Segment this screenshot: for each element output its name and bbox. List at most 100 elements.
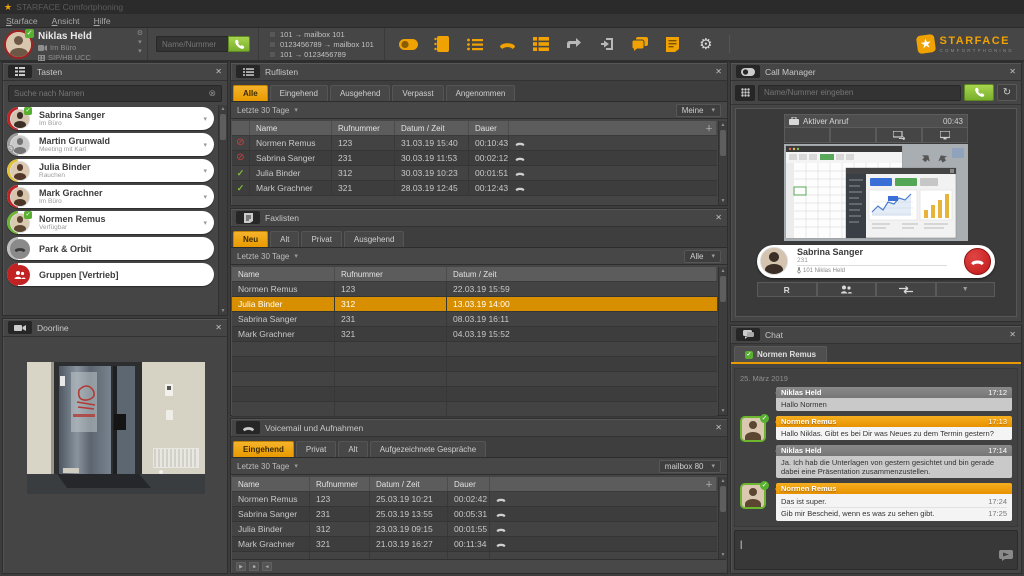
tab-ausgehend[interactable]: Ausgehend: [330, 85, 390, 101]
fax-row-selected[interactable]: Julia Binder 312 13.03.19 14:00: [232, 297, 717, 312]
conference-button[interactable]: [817, 282, 877, 297]
chat-input[interactable]: |: [734, 530, 1018, 570]
close-icon[interactable]: ✕: [715, 423, 722, 432]
recent-call-item[interactable]: 0123456789 → mailbox 101: [269, 40, 374, 49]
call-row[interactable]: ⊘ Sabrina Sanger 231 30.03.19 11:53 00:0…: [232, 151, 717, 166]
tab-neu[interactable]: Neu: [233, 231, 268, 247]
contact-martin-grunwald[interactable]: ◷ Martin GrunwaldMeeting mit Karl ▾: [7, 133, 214, 156]
callmanager-call-button[interactable]: [964, 84, 994, 101]
chevron-down-icon[interactable]: ▾: [203, 219, 207, 227]
keypad-icon[interactable]: [735, 85, 755, 101]
col-duration[interactable]: Dauer: [469, 121, 509, 135]
dial-input[interactable]: [156, 36, 228, 52]
chevron-down-icon[interactable]: ▾: [294, 252, 298, 260]
period-filter[interactable]: Letzte 30 Tage: [237, 462, 289, 471]
tab-aufgezeichnete[interactable]: Aufgezeichnete Gespräche: [370, 441, 487, 457]
transfer-button[interactable]: [876, 282, 936, 297]
fax-row[interactable]: Sabrina Sanger 231 08.03.19 16:11: [232, 312, 717, 327]
mailbox-dropdown[interactable]: mailbox 80▾: [659, 460, 721, 473]
tab-alt[interactable]: Alt: [338, 441, 367, 457]
more-actions-button[interactable]: ▼: [936, 282, 996, 297]
callback-handset-icon[interactable]: [515, 140, 525, 147]
callmanager-dial-input[interactable]: [758, 85, 961, 101]
function-keys-icon[interactable]: [531, 34, 551, 54]
contact-julia-binder[interactable]: Julia BinderRauchen ▾: [7, 159, 214, 182]
chevron-down-icon[interactable]: ▾: [294, 106, 298, 114]
active-call-party[interactable]: Sabrina Sanger 231 101 Niklas Held: [757, 245, 995, 278]
user-settings-gear-icon[interactable]: ⚙: [137, 30, 143, 38]
clear-search-icon[interactable]: ⊗: [208, 88, 216, 99]
chevron-down-icon[interactable]: ▾: [203, 115, 207, 123]
tab-privat[interactable]: Privat: [296, 441, 336, 457]
tab-eingehend[interactable]: Eingehend: [233, 441, 294, 457]
contact-normen-remus[interactable]: ✓ Normen RemusVerfügbar ▾: [7, 211, 214, 234]
screenshare-icon[interactable]: [876, 128, 922, 143]
scroll-down-icon[interactable]: ▼: [719, 407, 727, 415]
callback-handset-icon[interactable]: [515, 185, 525, 192]
column-config-icon[interactable]: ＋: [705, 123, 713, 134]
callback-handset-icon[interactable]: [515, 170, 525, 177]
blank-button[interactable]: [830, 128, 876, 143]
callmanager-toggle-icon[interactable]: [399, 34, 419, 54]
tab-ausgehend[interactable]: Ausgehend: [344, 231, 404, 247]
chevron-down-icon[interactable]: ▾: [294, 462, 298, 470]
callback-handset-icon[interactable]: [496, 511, 506, 518]
close-icon[interactable]: ✕: [715, 67, 722, 76]
call-row[interactable]: ✓ Mark Grachner 321 28.03.19 12:45 00:12…: [232, 181, 717, 196]
voicemail-row[interactable]: Normen Remus 123 25.03.19 10:21 00:02:42: [232, 492, 717, 507]
chevron-down-icon[interactable]: ▾: [203, 167, 207, 175]
logout-icon[interactable]: [597, 34, 617, 54]
send-message-icon[interactable]: [999, 548, 1013, 566]
tab-alle[interactable]: Alle: [233, 85, 268, 101]
play-icon[interactable]: ▶: [236, 562, 246, 571]
skip-back-icon[interactable]: ◄: [262, 562, 272, 571]
redial-refresh-icon[interactable]: ↻: [997, 84, 1017, 101]
user-card[interactable]: ✓ Niklas Held Im Büro SIP/HB UCC ⚙ ▾ ▾: [0, 28, 148, 60]
chat-icon[interactable]: [630, 34, 650, 54]
column-config-icon[interactable]: ＋: [705, 479, 713, 490]
fax-row[interactable]: Mark Grachner 321 04.03.19 15:52: [232, 327, 717, 342]
period-filter[interactable]: Letzte 30 Tage: [237, 252, 289, 261]
scroll-up-icon[interactable]: ▲: [719, 477, 727, 485]
menu-ansicht[interactable]: Ansicht: [52, 16, 80, 26]
stop-icon[interactable]: ■: [249, 562, 259, 571]
close-icon[interactable]: ✕: [1009, 67, 1016, 76]
key-park-orbit[interactable]: Park & Orbit: [7, 237, 214, 260]
col-datetime[interactable]: Datum / Zeit: [447, 267, 717, 281]
close-icon[interactable]: ✕: [715, 213, 722, 222]
voicemail-scrollbar[interactable]: ▲▼: [718, 477, 727, 559]
scroll-up-icon[interactable]: ▲: [219, 105, 227, 113]
fax-row[interactable]: Normen Remus 123 22.03.19 15:59: [232, 282, 717, 297]
dial-call-button[interactable]: [228, 36, 250, 52]
tab-privat[interactable]: Privat: [301, 231, 341, 247]
handset-rest-icon[interactable]: [498, 34, 518, 54]
col-number[interactable]: Rufnummer: [310, 477, 370, 491]
contact-mark-grachner[interactable]: Mark GrachnerIm Büro ▾: [7, 185, 214, 208]
chat-log[interactable]: 25. März 2019 Niklas Held17:12 Hallo Nor…: [734, 368, 1018, 527]
journal-icon[interactable]: [663, 34, 683, 54]
callback-handset-icon[interactable]: [496, 541, 506, 548]
consultation-button[interactable]: R: [757, 282, 817, 297]
close-icon[interactable]: ✕: [215, 323, 222, 332]
tab-alt[interactable]: Alt: [270, 231, 299, 247]
close-icon[interactable]: ✕: [215, 67, 222, 76]
tab-verpasst[interactable]: Verpasst: [392, 85, 443, 101]
menu-starface[interactable]: Starface: [6, 16, 38, 26]
col-name[interactable]: Name: [250, 121, 332, 135]
col-duration[interactable]: Dauer: [448, 477, 490, 491]
voicemail-row[interactable]: Mark Grachner 321 21.03.19 16:27 00:11:3…: [232, 537, 717, 552]
scope-dropdown[interactable]: Alle▾: [684, 250, 721, 263]
contacts-scrollbar[interactable]: ▲ ▼: [218, 105, 227, 315]
callback-handset-icon[interactable]: [496, 496, 506, 503]
monitor-icon[interactable]: [922, 128, 968, 143]
chevron-down-icon[interactable]: ▾: [203, 193, 207, 201]
voicemail-row[interactable]: Julia Binder 312 23.03.19 09:15 00:01:55: [232, 522, 717, 537]
recent-call-item[interactable]: 101 → mailbox 101: [269, 30, 374, 39]
scroll-up-icon[interactable]: ▲: [719, 267, 727, 275]
scroll-down-icon[interactable]: ▼: [719, 551, 727, 559]
col-datetime[interactable]: Datum / Zeit: [395, 121, 469, 135]
status-chevron-icon[interactable]: ▾: [138, 39, 142, 47]
settings-gear-icon[interactable]: ⚙: [696, 34, 716, 54]
chat-tab-normen-remus[interactable]: ✓ Normen Remus: [734, 346, 827, 362]
scroll-down-icon[interactable]: ▼: [219, 307, 227, 315]
